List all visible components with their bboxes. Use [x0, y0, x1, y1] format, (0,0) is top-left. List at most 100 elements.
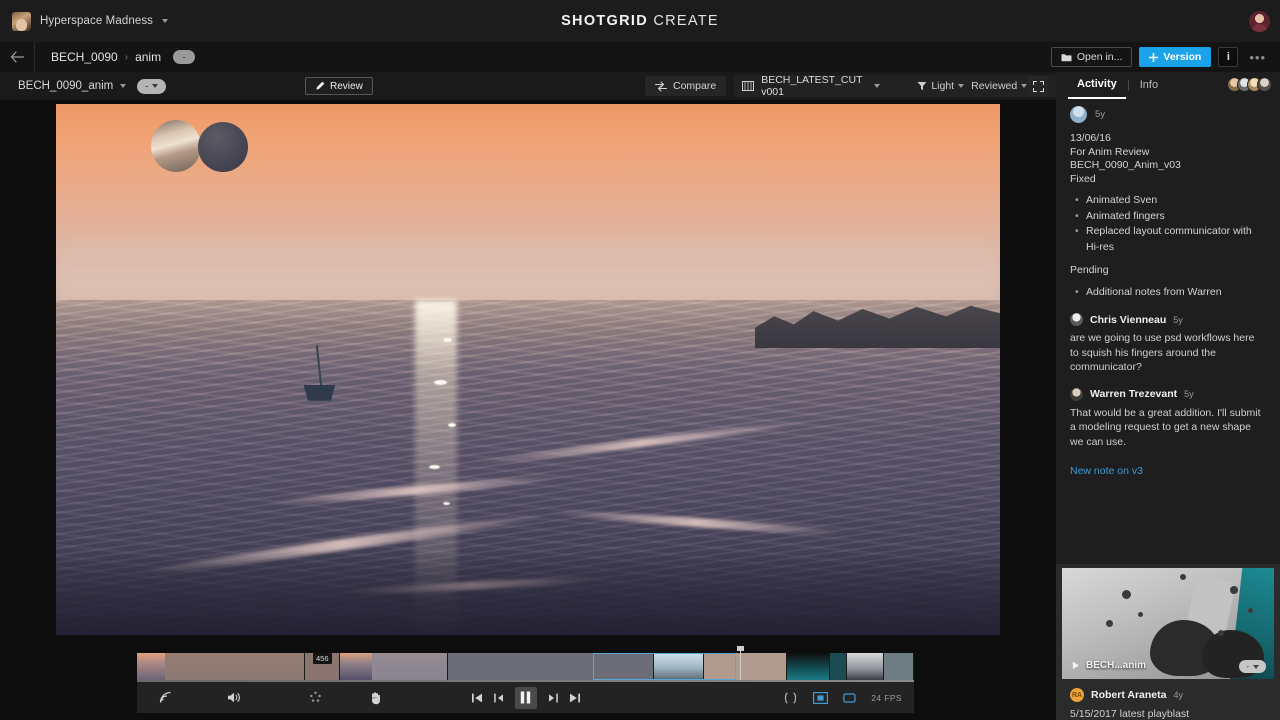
breadcrumb-separator: › — [124, 51, 129, 63]
skip-to-start-icon[interactable] — [471, 692, 483, 704]
version-chevron-down-icon[interactable] — [120, 84, 127, 88]
project-selector[interactable]: Hyperspace Madness — [0, 11, 169, 31]
thumbnail-status-label: - — [1246, 662, 1249, 671]
viewer-toolbar-center: Compare BECH_LATEST_CUT v001 Light Revie… — [645, 72, 1059, 100]
breadcrumb-shot[interactable]: BECH_0090 — [51, 50, 118, 64]
project-name: Hyperspace Madness — [40, 15, 154, 27]
timeline-clip[interactable] — [786, 653, 830, 680]
timeline-strip[interactable] — [137, 653, 915, 680]
filter-label: Light — [931, 80, 955, 92]
more-dots-icon[interactable]: ••• — [1245, 50, 1270, 65]
open-in-button[interactable]: Open in... — [1050, 47, 1133, 67]
play-icon[interactable] — [1072, 661, 1080, 670]
fit-frame-icon[interactable] — [813, 691, 829, 704]
step-forward-icon[interactable] — [547, 692, 559, 704]
app-title: SHOTGRID CREATE — [0, 13, 1280, 29]
status-badge[interactable]: - — [173, 50, 196, 64]
new-note-link[interactable]: New note on v3 — [1070, 465, 1143, 477]
timeline-clip[interactable] — [846, 653, 885, 680]
comment-item: Warren Trezevant 5y That would be a grea… — [1056, 375, 1280, 450]
cut-selector[interactable]: BECH_LATEST_CUT v001 Light Reviewed ✕ — [734, 74, 1059, 98]
open-in-label: Open in... — [1076, 51, 1123, 63]
plus-icon — [1149, 52, 1159, 62]
chevron-down-icon[interactable] — [958, 84, 965, 88]
activity-sidebar: Activity Info 5y 13/06/16 For Anim Revie… — [1056, 72, 1280, 720]
timeline-clip[interactable] — [884, 653, 915, 680]
filmstrip-icon — [742, 81, 755, 91]
note-date: 13/06/16 — [1070, 132, 1111, 144]
timeline-clip[interactable] — [137, 653, 306, 680]
author-avatar[interactable] — [1070, 106, 1087, 123]
chevron-down-icon[interactable] — [1021, 84, 1028, 88]
note-pending-heading: Pending — [1070, 264, 1109, 276]
info-icon[interactable]: i — [1218, 47, 1239, 67]
timeline-clip[interactable] — [829, 653, 847, 680]
app-title-bold: SHOTGRID — [561, 13, 649, 29]
media-viewer[interactable] — [0, 100, 1056, 645]
compare-button[interactable]: Compare — [645, 76, 727, 96]
in-out-range-icon[interactable] — [782, 692, 799, 704]
viewer-toolbar: BECH_0090_anim - Review Compare BECH_LAT… — [0, 72, 1059, 100]
planet-dark-icon — [198, 122, 248, 172]
chevron-down-icon[interactable] — [162, 19, 169, 23]
filter-icon — [917, 81, 927, 91]
tab-info[interactable]: Info — [1131, 72, 1167, 98]
timeline-clip[interactable] — [340, 653, 448, 680]
review-button[interactable]: Review — [305, 77, 373, 95]
activity-feed[interactable]: 5y 13/06/16 For Anim Review BECH_0090_An… — [1056, 98, 1280, 510]
list-item: Replaced layout communicator with Hi-res — [1075, 224, 1266, 255]
chevron-down-icon[interactable] — [873, 84, 880, 88]
card-text: 5/15/2017 latest playblast — [1070, 708, 1190, 720]
avatar[interactable] — [1257, 77, 1272, 92]
timeline-selection — [593, 653, 736, 680]
list-item: Animated Sven — [1075, 193, 1266, 209]
foreground-shadow — [56, 550, 1000, 635]
divider — [1127, 79, 1129, 91]
shotgrid-create-window: Hyperspace Madness SHOTGRID CREATE BECH_… — [0, 0, 1280, 720]
breadcrumb: BECH_0090 › anim - — [35, 50, 196, 64]
participant-avatars[interactable] — [1227, 77, 1272, 92]
thumbnail-label: BECH...anim — [1072, 660, 1146, 671]
planet-large-icon — [151, 120, 201, 172]
comment-timestamp: 5y — [1184, 389, 1194, 399]
list-item: Animated fingers — [1075, 209, 1266, 225]
author-initials-badge[interactable]: RA — [1070, 688, 1084, 702]
cut-label: BECH_LATEST_CUT v001 — [761, 74, 863, 98]
back-arrow-icon[interactable] — [0, 51, 34, 63]
note-fixed-list: Animated Sven Animated fingers Replaced … — [1070, 193, 1266, 255]
skip-to-end-icon[interactable] — [569, 692, 581, 704]
warren-avatar[interactable] — [1070, 387, 1083, 401]
version-status-label: - — [145, 81, 149, 91]
thumbnail-title: BECH...anim — [1086, 660, 1147, 671]
project-thumbnail-icon — [12, 11, 31, 31]
add-version-label: Version — [1163, 51, 1202, 63]
note-body: 13/06/16 For Anim Review BECH_0090_Anim_… — [1056, 123, 1280, 300]
pause-icon[interactable] — [514, 686, 537, 709]
version-name-label[interactable]: BECH_0090_anim — [0, 80, 113, 92]
review-status-filter[interactable]: Reviewed — [971, 80, 1028, 92]
video-frame[interactable] — [56, 104, 1000, 635]
compare-icon — [655, 81, 667, 92]
add-version-button[interactable]: Version — [1139, 47, 1212, 67]
comment-text: are we going to use psd workflows here t… — [1070, 332, 1255, 373]
boat — [301, 344, 337, 401]
user-avatar[interactable] — [1249, 11, 1270, 32]
version-thumbnail[interactable]: BECH...anim - — [1062, 568, 1274, 679]
chevron-down-icon — [152, 84, 159, 88]
fullscreen-icon[interactable] — [1028, 76, 1048, 96]
card-author-name: Robert Araneta — [1091, 689, 1167, 701]
pencil-icon — [315, 81, 325, 91]
thumbnail-status-pill[interactable]: - — [1239, 660, 1266, 673]
version-card: BECH...anim - RA Robert Araneta 4y 5/15/… — [1056, 564, 1280, 720]
step-back-icon[interactable] — [493, 692, 505, 704]
version-status-pill[interactable]: - — [137, 78, 167, 94]
card-author-row: RA Robert Araneta 4y — [1070, 688, 1266, 702]
title-bar: Hyperspace Madness SHOTGRID CREATE — [0, 0, 1280, 42]
loop-icon[interactable] — [842, 692, 857, 704]
tab-activity[interactable]: Activity — [1068, 71, 1126, 99]
chris-avatar[interactable] — [1070, 313, 1083, 326]
filter-control[interactable]: Light — [917, 80, 965, 92]
breadcrumb-task[interactable]: anim — [135, 50, 161, 64]
transport-controls: 24 FPS — [137, 682, 914, 713]
review-status-label: Reviewed — [971, 80, 1018, 92]
